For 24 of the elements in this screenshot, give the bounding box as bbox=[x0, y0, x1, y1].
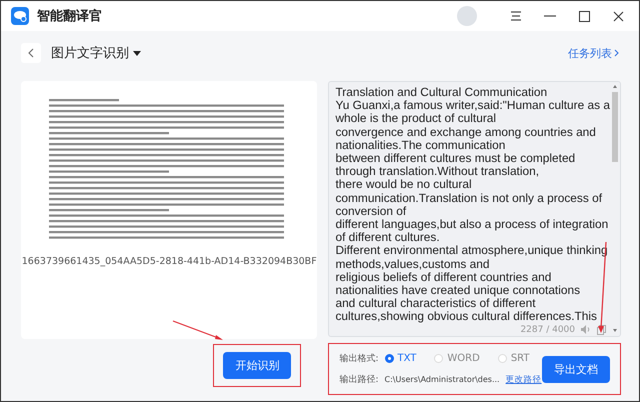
character-counter: 2287 / 4000 bbox=[520, 324, 575, 335]
back-button[interactable] bbox=[21, 43, 41, 63]
format-label: 输出格式: bbox=[339, 352, 378, 365]
output-path: C:\Users\Administrator\des... bbox=[384, 375, 500, 384]
menu-icon bbox=[510, 11, 522, 21]
file-name: 1663739661435_054AA5D5-2818-441b-AD14-B332094B30BF bbox=[22, 256, 317, 267]
app-name: 智能翻译官 bbox=[37, 8, 103, 25]
close-icon bbox=[612, 10, 624, 22]
minimize-icon bbox=[544, 15, 556, 17]
mode-dropdown[interactable]: 图片文字识别 bbox=[51, 44, 141, 62]
format-radio[interactable]: WORD bbox=[434, 353, 480, 364]
chevron-right-icon bbox=[614, 49, 619, 57]
back-icon bbox=[28, 48, 34, 58]
path-label: 输出路径: bbox=[339, 374, 378, 386]
maximize-icon bbox=[578, 10, 590, 22]
app-logo-icon bbox=[11, 7, 29, 25]
annotation-arrow bbox=[172, 320, 223, 340]
format-radio[interactable]: SRT bbox=[498, 353, 530, 364]
caret-icon bbox=[133, 50, 141, 56]
change-path-link[interactable]: 更改路径 bbox=[506, 374, 542, 386]
start-recognition-button[interactable]: 开始识别 bbox=[223, 352, 292, 379]
task-list-link[interactable]: 任务列表 bbox=[568, 46, 619, 60]
export-button[interactable]: 导出文档 bbox=[542, 356, 610, 382]
format-radio[interactable]: TXT bbox=[384, 353, 416, 364]
